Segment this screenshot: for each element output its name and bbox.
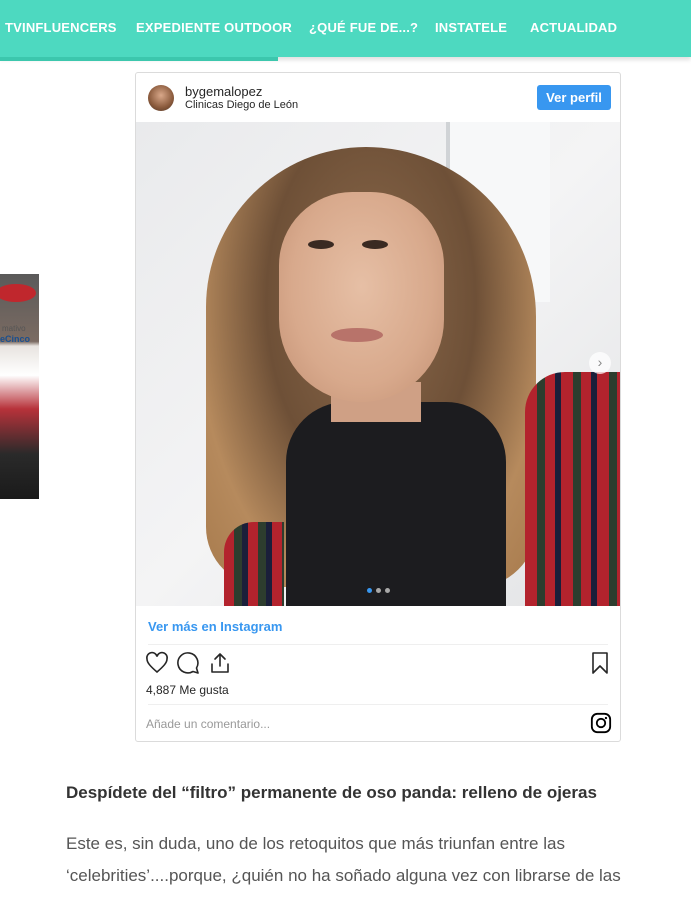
thumbnail-text: mativo [2,324,26,333]
carousel-dot [367,588,372,593]
photo-plaid-jacket-left [224,522,284,606]
avatar[interactable] [148,85,174,111]
top-navigation-bar: TVINFLUENCERS EXPEDIENTE OUTDOOR ¿QUÉ FU… [0,0,691,57]
chevron-right-icon[interactable]: › [589,352,611,374]
thumbnail-logo-shape [0,284,36,302]
article-paragraph-line: ‘celebrities’....porque, ¿quién no ha so… [66,866,621,885]
article-paragraph-line: Este es, sin duda, uno de los retoquitos… [66,834,565,853]
article-subheading: Despídete del “filtro” permanente de oso… [66,783,597,802]
nav-item-que-fue-de[interactable]: ¿QUÉ FUE DE...? [309,20,418,35]
view-profile-button[interactable]: Ver perfil [537,85,611,110]
divider [148,644,608,645]
nav-item-expediente-outdoor[interactable]: EXPEDIENTE OUTDOOR [136,20,292,35]
photo-black-sweater [286,402,506,606]
instagram-post-photo[interactable]: › [136,122,620,606]
photo-lips [331,328,383,342]
nav-item-instatele[interactable]: INSTATELE [435,20,507,35]
view-more-on-instagram-link[interactable]: Ver más en Instagram [148,619,282,634]
side-thumbnail-image[interactable]: mativo eCinco [0,274,39,499]
heart-icon[interactable] [145,651,169,675]
instagram-icon[interactable] [590,712,612,734]
photo-face [279,192,444,402]
nav-active-indicator [0,57,278,61]
instagram-username[interactable]: bygemalopez [185,84,262,99]
share-icon[interactable] [208,651,232,675]
likes-count: 4,887 Me gusta [146,683,229,697]
nav-item-tvinfluencers[interactable]: TVINFLUENCERS [5,20,117,35]
carousel-dot [376,588,381,593]
instagram-location[interactable]: Clinicas Diego de León [185,99,298,111]
carousel-dot [385,588,390,593]
thumbnail-brand-text: eCinco [0,334,31,344]
photo-right-eye [362,240,388,249]
bookmark-icon[interactable] [588,651,612,675]
comment-icon[interactable] [176,651,200,675]
add-comment-field[interactable]: Añade un comentario... [146,717,270,731]
photo-plaid-jacket-right [525,372,620,606]
divider [148,704,608,705]
instagram-embed-card: bygemalopez Clinicas Diego de León Ver p… [135,72,621,742]
photo-left-eye [308,240,334,249]
nav-item-actualidad[interactable]: ACTUALIDAD [530,20,617,35]
